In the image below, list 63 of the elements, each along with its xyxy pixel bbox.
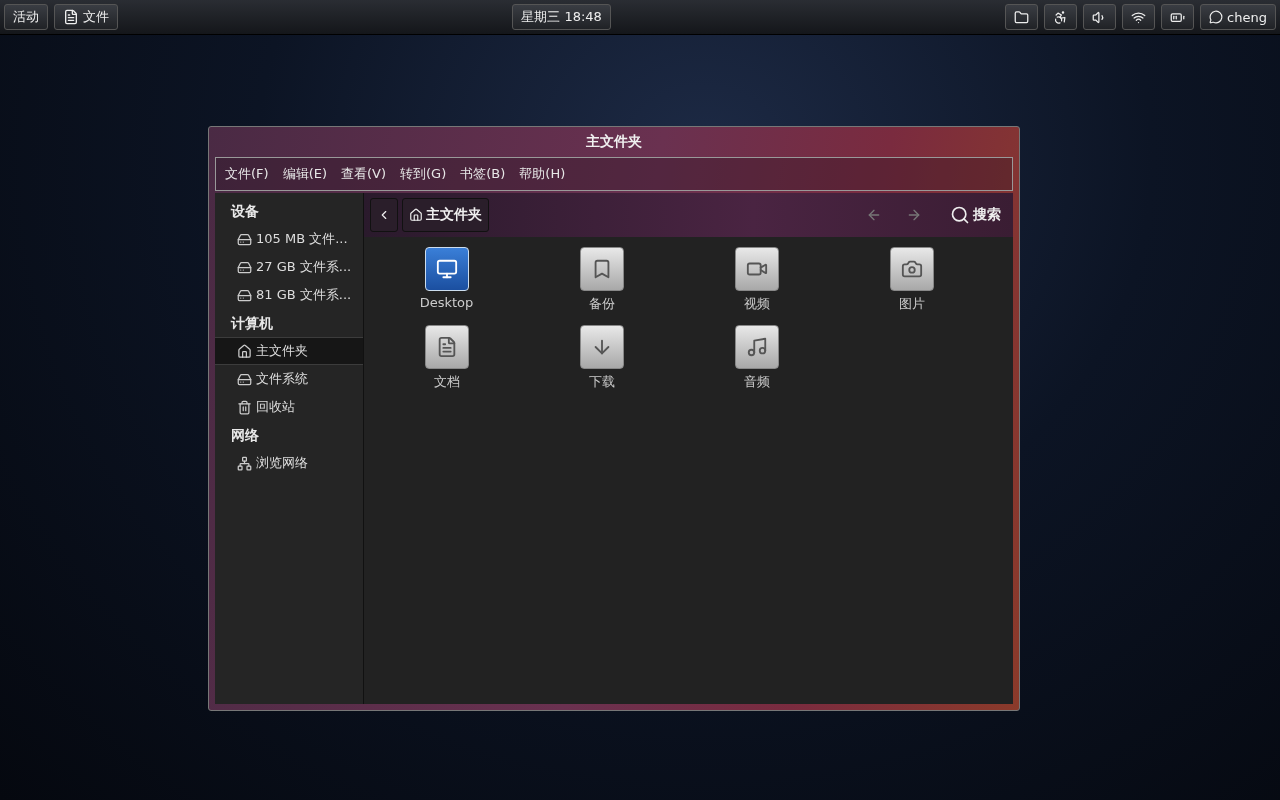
- music-folder-icon[interactable]: [734, 325, 779, 369]
- drive-icon: [237, 231, 252, 247]
- download-folder-icon[interactable]: [579, 325, 624, 369]
- file-name: 下载: [588, 373, 615, 391]
- sidebar-item-label: 主文件夹: [256, 342, 308, 360]
- sidebar-item[interactable]: 文件系统: [215, 365, 363, 393]
- sidebar-heading: 设备: [229, 202, 260, 221]
- file-name: Desktop: [419, 295, 474, 310]
- sidebar-item[interactable]: 回收站: [215, 393, 363, 421]
- menu-item[interactable]: 帮助(H): [514, 161, 571, 187]
- drive-icon: [237, 259, 252, 275]
- file-name: 音频: [743, 373, 770, 391]
- home-icon: [409, 208, 423, 222]
- menu-item[interactable]: 文件(F): [220, 161, 274, 187]
- menu-item[interactable]: 书签(B): [455, 161, 511, 187]
- home-icon: [237, 343, 252, 359]
- wifi-status-button[interactable]: [1122, 4, 1156, 30]
- sidebar-item[interactable]: 主文件夹: [215, 337, 363, 365]
- chat-bubble-icon: [1209, 10, 1224, 24]
- sidebar-item-label: 105 MB 文件...: [256, 230, 348, 248]
- file-name: 备份: [588, 295, 615, 313]
- sidebar-heading: 计算机: [229, 314, 274, 333]
- app-menu[interactable]: 文件: [54, 4, 118, 30]
- sidebar-item[interactable]: 105 MB 文件...: [215, 225, 363, 253]
- folder-icon: [1014, 9, 1030, 25]
- sidebar-item-label: 81 GB 文件系...: [256, 286, 352, 304]
- document-icon: [63, 9, 79, 25]
- sidebar-item-label: 27 GB 文件系...: [256, 258, 352, 276]
- desktop-folder-icon[interactable]: [424, 247, 469, 291]
- trash-icon: [237, 399, 252, 415]
- video-folder-icon[interactable]: [734, 247, 779, 291]
- menu-item[interactable]: 查看(V): [336, 161, 392, 187]
- accessibility-icon: [1053, 9, 1069, 25]
- sidebar-item[interactable]: 81 GB 文件系...: [215, 281, 363, 309]
- sidebar-item-label: 浏览网络: [256, 454, 308, 472]
- sidebar-heading: 网络: [230, 426, 260, 445]
- menu-item[interactable]: 转到(G): [395, 161, 452, 187]
- file-name: 图片: [898, 295, 925, 313]
- search-icon: [950, 205, 970, 225]
- file-name: 视频: [743, 295, 770, 313]
- bookmark-folder-icon[interactable]: [579, 247, 624, 291]
- folder-status-button[interactable]: [1005, 4, 1039, 30]
- activities-button[interactable]: 活动: [4, 4, 48, 30]
- sidebar-item-label: 回收站: [256, 398, 295, 416]
- drive-icon: [237, 287, 252, 303]
- menu-item[interactable]: 编辑(E): [277, 161, 332, 187]
- wifi-icon: [1131, 9, 1147, 25]
- sidebar-item[interactable]: 27 GB 文件系...: [215, 253, 363, 281]
- path-button[interactable]: 主文件夹: [402, 198, 489, 232]
- clock[interactable]: 星期三 18:48: [512, 4, 611, 30]
- search-button[interactable]: 搜索: [944, 198, 1007, 232]
- file-name: 文档: [433, 373, 460, 391]
- volume-status-button[interactable]: [1083, 4, 1117, 30]
- picture-folder-icon[interactable]: [889, 247, 934, 291]
- sidebar-item-label: 文件系统: [256, 370, 308, 388]
- document-folder-icon[interactable]: [424, 325, 469, 369]
- sidebar-item[interactable]: 浏览网络: [215, 449, 363, 477]
- network-icon: [237, 455, 252, 471]
- user-menu[interactable]: cheng: [1200, 4, 1276, 30]
- drive-icon: [237, 371, 252, 387]
- accessibility-status-button[interactable]: [1044, 4, 1078, 30]
- battery-status-button[interactable]: [1161, 4, 1195, 30]
- window-title: 主文件夹: [585, 132, 643, 151]
